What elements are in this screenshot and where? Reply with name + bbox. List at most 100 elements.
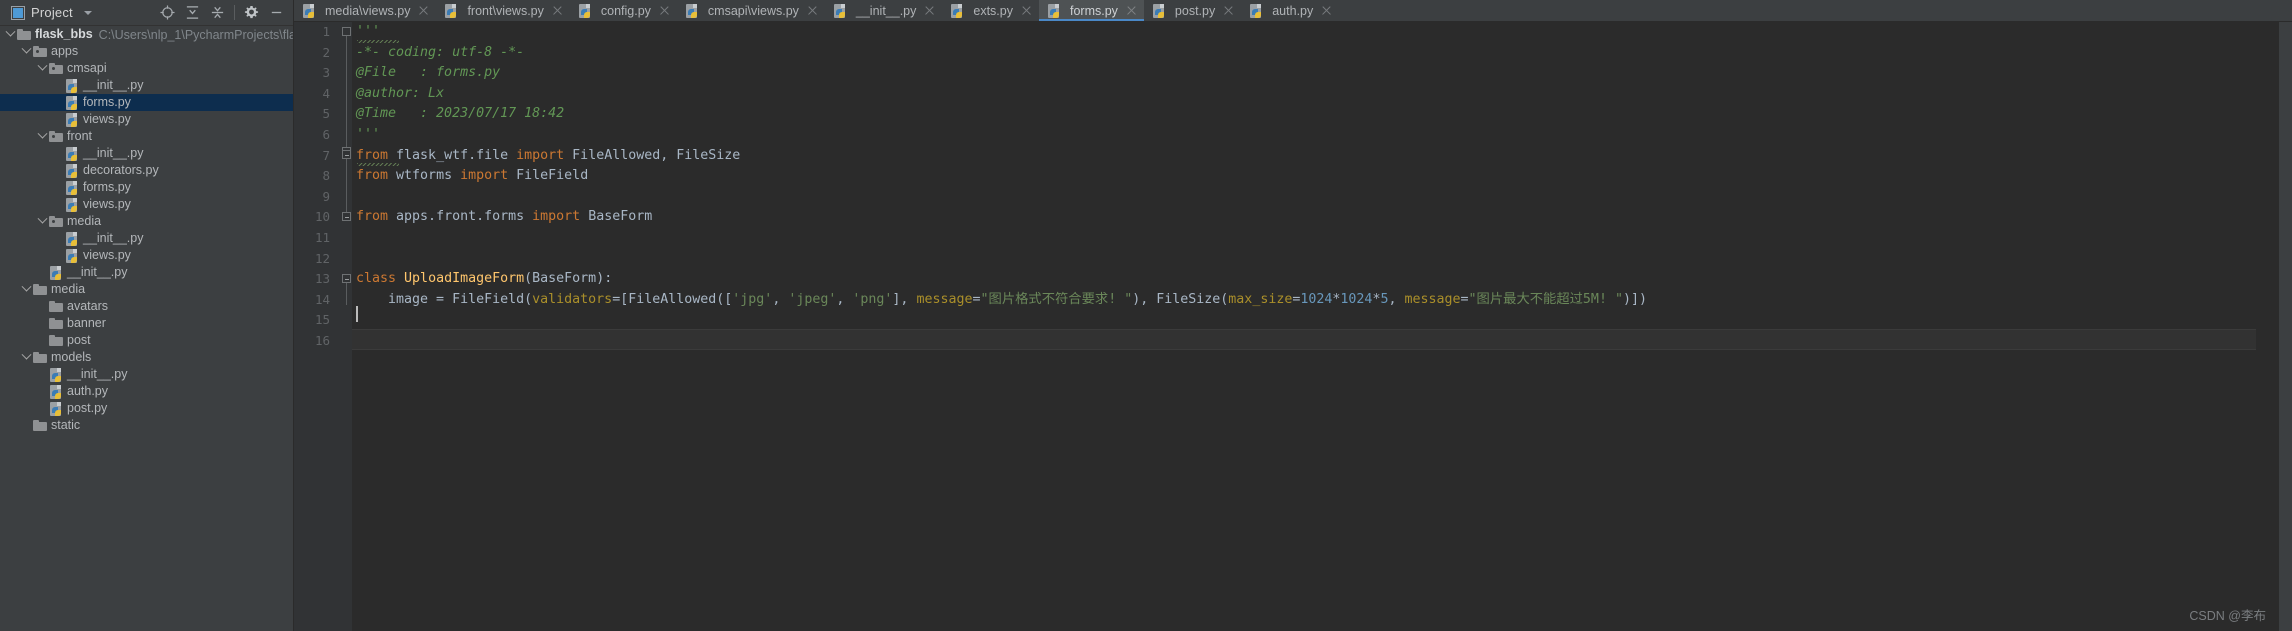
code-token: ''' [356, 126, 381, 142]
chevron-down-icon[interactable] [83, 10, 92, 15]
line-number: 6 [322, 126, 330, 142]
tree-item-forms-py[interactable]: forms.py [0, 94, 293, 111]
chevron-down-icon[interactable] [36, 60, 49, 72]
tree-item-views-py[interactable]: views.py [0, 111, 293, 128]
tree-item---init---py[interactable]: __init__.py [0, 230, 293, 247]
editor-marker-scrollbar[interactable] [2278, 22, 2292, 631]
folder-icon [33, 283, 47, 297]
tree-item-front[interactable]: front [0, 128, 293, 145]
chevron-down-icon[interactable] [20, 43, 33, 55]
tree-item-forms-py[interactable]: forms.py [0, 179, 293, 196]
editor-tab-media-views-py[interactable]: media\views.py [294, 0, 437, 21]
code-line-14[interactable]: image = FileField(validators=[FileAllowe… [352, 290, 2292, 311]
editor-tab-bar[interactable]: media\views.py front\views.py config.py cms… [294, 0, 2292, 22]
tree-item-decorators-py[interactable]: decorators.py [0, 162, 293, 179]
code-token: ], [892, 291, 917, 307]
fold-marker-import-apps[interactable] [342, 212, 351, 221]
tree-item-flask-bbs[interactable]: flask_bbs C:\Users\nlp_1\PycharmProjects\… [0, 26, 293, 43]
tree-item-models[interactable]: models [0, 349, 293, 366]
tree-item-label: views.py [83, 248, 131, 262]
code-line-3[interactable]: @File : forms.py [352, 63, 2292, 84]
code-line-2[interactable]: -*- coding: utf-8 -*- [352, 43, 2292, 64]
editor-tab-cmsapi-views-py[interactable]: cmsapi\views.py [676, 0, 825, 21]
editor-tab-auth-py[interactable]: auth.py [1241, 0, 1340, 21]
python-file-icon [1249, 3, 1263, 18]
code-token: validators [532, 291, 613, 307]
editor-tab-exts-py[interactable]: exts.py [942, 0, 1039, 21]
python-file-icon [65, 112, 79, 127]
code-line-11[interactable] [352, 228, 2292, 249]
tree-item-avatars[interactable]: avatars [0, 298, 293, 315]
code-line-9[interactable] [352, 187, 2292, 208]
gear-icon[interactable] [239, 1, 264, 25]
tree-item-label: models [51, 350, 92, 364]
code-line-7[interactable]: from flask_wtf.file import FileAllowed, … [352, 146, 2292, 167]
minimize-icon[interactable] [264, 1, 289, 25]
tree-item---init---py[interactable]: __init__.py [0, 145, 293, 162]
editor-tab---init---py[interactable]: __init__.py [824, 0, 943, 21]
python-file-icon [49, 384, 63, 399]
close-icon[interactable] [1223, 5, 1234, 16]
code-line-4[interactable]: @author: Lx [352, 84, 2292, 105]
code-line-13[interactable]: class UploadImageForm(BaseForm): [352, 269, 2292, 290]
code-folding-strip[interactable] [339, 22, 352, 631]
chevron-down-icon[interactable] [20, 281, 33, 293]
close-icon[interactable] [1021, 5, 1032, 16]
code-line-10[interactable]: from apps.front.forms import BaseForm [352, 207, 2292, 228]
tree-item-media[interactable]: media [0, 213, 293, 230]
close-icon[interactable] [1321, 5, 1332, 16]
tree-item-media[interactable]: media [0, 281, 293, 298]
chevron-down-icon[interactable] [4, 26, 17, 38]
project-tool-window: Project flask_bbs C:\Users\nlp_1\PycharmP… [0, 0, 294, 631]
source-folder-icon [33, 45, 47, 59]
fold-marker-imports[interactable] [342, 150, 351, 159]
code-line-6[interactable]: ''' [352, 125, 2292, 146]
close-icon[interactable] [807, 5, 818, 16]
tree-item-post[interactable]: post [0, 332, 293, 349]
code-line-1[interactable]: ''' [352, 22, 2292, 43]
project-file-tree[interactable]: flask_bbs C:\Users\nlp_1\PycharmProjects\… [0, 26, 293, 631]
chevron-down-icon[interactable] [36, 213, 49, 225]
code-line-15[interactable] [352, 310, 2292, 331]
code-text-area[interactable]: ''' -*- coding: utf-8 -*- @File : forms.py… [352, 22, 2292, 631]
fold-marker-class[interactable] [342, 274, 351, 283]
code-line-5[interactable]: @Time : 2023/07/17 18:42 [352, 104, 2292, 125]
code-token: BaseForm [580, 209, 653, 225]
close-icon[interactable] [552, 5, 563, 16]
tree-item-views-py[interactable]: views.py [0, 196, 293, 213]
tree-item-label: cmsapi [67, 61, 107, 75]
tree-item-apps[interactable]: apps [0, 43, 293, 60]
tree-item---init---py[interactable]: __init__.py [0, 366, 293, 383]
code-token: )]) [1622, 291, 1647, 307]
tree-item---init---py[interactable]: __init__.py [0, 264, 293, 281]
close-icon[interactable] [659, 5, 670, 16]
editor-tab-config-py[interactable]: config.py [569, 0, 677, 21]
editor-tab-forms-py[interactable]: forms.py [1038, 0, 1144, 21]
fold-marker-open[interactable] [342, 27, 351, 36]
editor-tab-post-py[interactable]: post.py [1143, 0, 1242, 21]
tree-item-static[interactable]: static [0, 417, 293, 434]
tree-item-post-py[interactable]: post.py [0, 400, 293, 417]
line-number: 14 [314, 291, 330, 307]
collapse-all-icon[interactable] [205, 1, 230, 25]
locate-target-icon[interactable] [155, 1, 180, 25]
close-icon[interactable] [924, 5, 935, 16]
chevron-down-icon[interactable] [36, 128, 49, 140]
tree-item-label: __init__.py [83, 231, 144, 245]
tree-item---init---py[interactable]: __init__.py [0, 77, 293, 94]
tree-item-banner[interactable]: banner [0, 315, 293, 332]
editor-tab-front-views-py[interactable]: front\views.py [436, 0, 570, 21]
code-token: 1024 [1300, 291, 1333, 307]
close-icon[interactable] [1126, 5, 1137, 16]
code-line-8[interactable]: from wtforms import FileField [352, 166, 2292, 187]
code-line-12[interactable] [352, 249, 2292, 270]
expand-all-icon[interactable] [180, 1, 205, 25]
chevron-down-icon[interactable] [20, 349, 33, 361]
tree-item-auth-py[interactable]: auth.py [0, 383, 293, 400]
tree-item-cmsapi[interactable]: cmsapi [0, 60, 293, 77]
code-editor[interactable]: 1 2 3 4 5 6 7 8 9 10 11 12 13 14 15 16 ''' -*- coding: u… [294, 22, 2292, 631]
line-number: 10 [314, 209, 330, 225]
tree-item-views-py[interactable]: views.py [0, 247, 293, 264]
tree-item-label: flask_bbs [35, 27, 93, 41]
close-icon[interactable] [418, 5, 429, 16]
